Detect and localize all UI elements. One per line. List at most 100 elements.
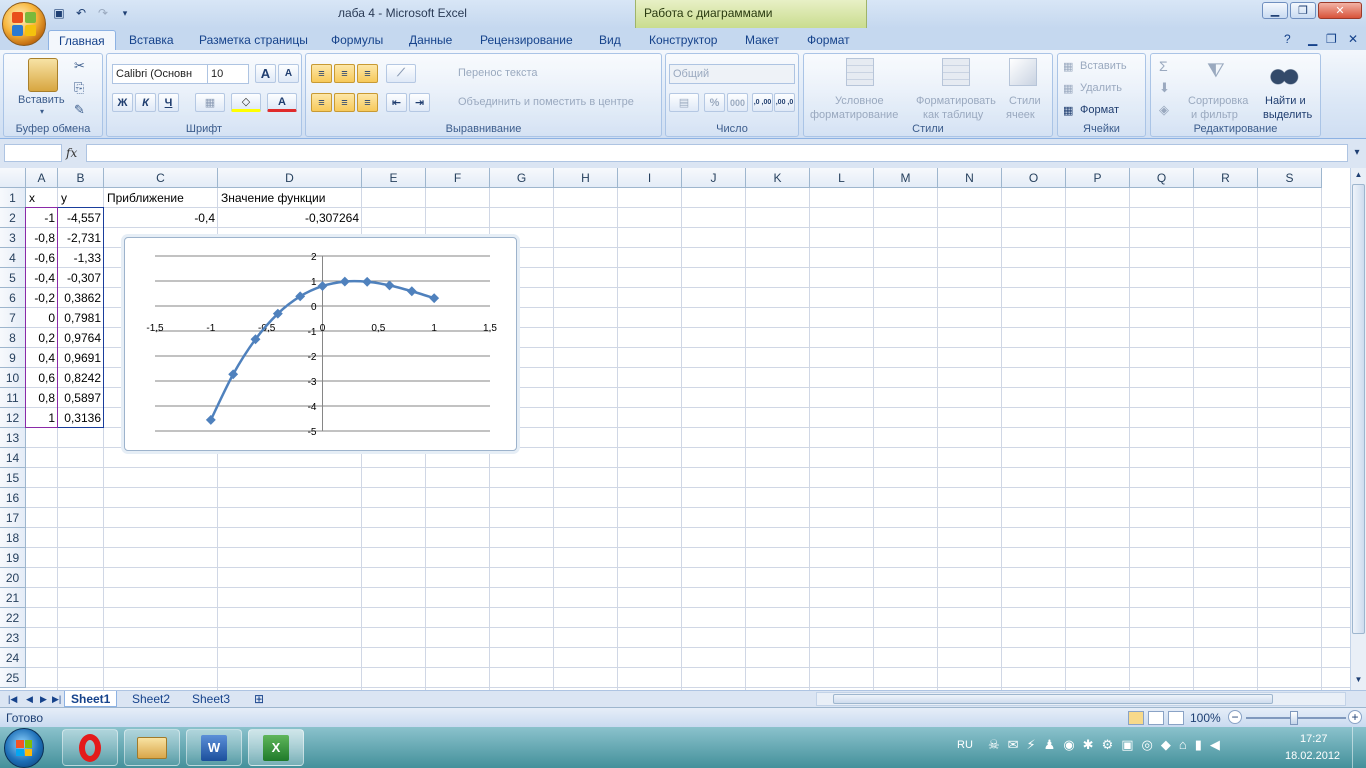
vertical-scrollbar[interactable]: ▲ ▼: [1350, 168, 1366, 690]
row-header-20[interactable]: 20: [0, 568, 26, 588]
tab-format[interactable]: Формат: [797, 30, 860, 50]
row-header-17[interactable]: 17: [0, 508, 26, 528]
conditional-format-button-line2[interactable]: форматирование: [810, 109, 898, 121]
align-left-button[interactable]: ≡: [311, 93, 332, 112]
show-desktop-button[interactable]: [1352, 727, 1366, 768]
column-header-B[interactable]: B: [58, 168, 104, 188]
tab-data[interactable]: Данные: [399, 30, 462, 50]
number-format-select[interactable]: Общий: [669, 64, 795, 84]
cut-icon[interactable]: ✂: [74, 58, 85, 74]
zoom-slider-thumb[interactable]: [1290, 711, 1298, 725]
formula-input[interactable]: [86, 144, 1348, 162]
paste-icon[interactable]: [28, 58, 58, 92]
conditional-format-button[interactable]: Условное: [835, 95, 884, 107]
language-indicator[interactable]: RU: [957, 739, 973, 751]
insert-sheet-icon[interactable]: ⊞: [248, 691, 270, 707]
undo-icon[interactable]: ↶: [72, 4, 90, 22]
tab-home[interactable]: Главная: [48, 30, 116, 50]
sort-filter-button-line2[interactable]: и фильтр: [1191, 109, 1238, 121]
cell-C1[interactable]: Приближение: [104, 188, 218, 208]
zoom-out-icon[interactable]: −: [1228, 710, 1242, 724]
page-break-view-icon[interactable]: [1168, 711, 1184, 725]
column-header-J[interactable]: J: [682, 168, 746, 188]
minimize-button[interactable]: ▁: [1262, 2, 1288, 19]
zoom-in-icon[interactable]: +: [1348, 710, 1362, 724]
row-header-1[interactable]: 1: [0, 188, 26, 208]
increase-decimal-button[interactable]: ,0 ,00: [752, 93, 773, 112]
cell-styles-button-line2[interactable]: ячеек: [1006, 109, 1035, 121]
row-header-10[interactable]: 10: [0, 368, 26, 388]
decrease-decimal-button[interactable]: ,00 ,0: [774, 93, 795, 112]
align-top-button[interactable]: ≡: [311, 64, 332, 83]
cell-A1[interactable]: x: [26, 188, 58, 208]
column-header-C[interactable]: C: [104, 168, 218, 188]
cell-D2[interactable]: -0,307264: [218, 208, 362, 228]
customize-qat-icon[interactable]: ▾: [116, 4, 134, 22]
paste-button[interactable]: Вставить: [18, 94, 65, 106]
paste-dropdown-icon[interactable]: ▾: [40, 107, 44, 116]
row-header-12[interactable]: 12: [0, 408, 26, 428]
horizontal-scrollbar[interactable]: [816, 692, 1346, 706]
workbook-restore-icon[interactable]: ❐: [1322, 30, 1341, 50]
format-as-table-button-line2[interactable]: как таблицу: [923, 109, 983, 121]
tab-view[interactable]: Вид: [589, 30, 631, 50]
page-layout-view-icon[interactable]: [1148, 711, 1164, 725]
column-header-N[interactable]: N: [938, 168, 1002, 188]
merge-center-button[interactable]: Объединить и поместить в центре: [458, 96, 634, 108]
fx-icon[interactable]: fx: [66, 146, 77, 160]
ribbon-minimize-icon[interactable]: ▁: [1304, 30, 1321, 50]
row-header-16[interactable]: 16: [0, 488, 26, 508]
tab-layout[interactable]: Макет: [735, 30, 789, 50]
clear-icon[interactable]: ◈: [1159, 102, 1169, 118]
zoom-level[interactable]: 100%: [1190, 711, 1221, 725]
align-bottom-button[interactable]: ≡: [357, 64, 378, 83]
cell-styles-button[interactable]: Стили: [1009, 95, 1041, 107]
row-header-18[interactable]: 18: [0, 528, 26, 548]
row-header-21[interactable]: 21: [0, 588, 26, 608]
workbook-close-icon[interactable]: ✕: [1344, 30, 1362, 50]
close-button[interactable]: ✕: [1318, 2, 1362, 19]
column-header-R[interactable]: R: [1194, 168, 1258, 188]
decrease-indent-button[interactable]: ⇤: [386, 93, 407, 112]
formula-expand-icon[interactable]: ▾: [1350, 144, 1364, 162]
grow-font-button[interactable]: A: [255, 64, 276, 83]
tab-formulas[interactable]: Формулы: [321, 30, 393, 50]
increase-indent-button[interactable]: ⇥: [409, 93, 430, 112]
column-header-E[interactable]: E: [362, 168, 426, 188]
start-button[interactable]: [4, 728, 44, 768]
taskbar-excel[interactable]: X: [248, 729, 304, 766]
row-header-9[interactable]: 9: [0, 348, 26, 368]
fill-icon[interactable]: ⬇: [1159, 80, 1170, 96]
format-painter-icon[interactable]: ✎: [74, 102, 85, 118]
taskbar-opera[interactable]: [62, 729, 118, 766]
restore-button[interactable]: ❐: [1290, 2, 1316, 19]
sheet-tab-2[interactable]: Sheet2: [126, 691, 176, 707]
font-size-select[interactable]: 10: [207, 64, 249, 84]
select-all-corner[interactable]: [0, 168, 26, 188]
row-header-15[interactable]: 15: [0, 468, 26, 488]
bold-button[interactable]: Ж: [112, 93, 133, 112]
cell-C2[interactable]: -0,4: [104, 208, 218, 228]
redo-icon[interactable]: ↷: [94, 4, 112, 22]
row-header-11[interactable]: 11: [0, 388, 26, 408]
format-cells-button[interactable]: Формат: [1080, 104, 1119, 116]
clock-date[interactable]: 18.02.2012: [1285, 750, 1340, 762]
row-header-14[interactable]: 14: [0, 448, 26, 468]
row-header-13[interactable]: 13: [0, 428, 26, 448]
cell-D1[interactable]: Значение функции: [218, 188, 362, 208]
row-header-22[interactable]: 22: [0, 608, 26, 628]
format-as-table-button[interactable]: Форматировать: [916, 95, 996, 107]
column-header-K[interactable]: K: [746, 168, 810, 188]
scroll-up-icon[interactable]: ▲: [1352, 170, 1365, 183]
column-header-I[interactable]: I: [618, 168, 682, 188]
column-header-A[interactable]: A: [26, 168, 58, 188]
column-header-L[interactable]: L: [810, 168, 874, 188]
shrink-font-button[interactable]: A: [278, 64, 299, 83]
scroll-thumb[interactable]: [1352, 184, 1365, 634]
row-header-6[interactable]: 6: [0, 288, 26, 308]
column-header-G[interactable]: G: [490, 168, 554, 188]
row-header-2[interactable]: 2: [0, 208, 26, 228]
taskbar-word[interactable]: W: [186, 729, 242, 766]
row-header-23[interactable]: 23: [0, 628, 26, 648]
taskbar-explorer[interactable]: [124, 729, 180, 766]
